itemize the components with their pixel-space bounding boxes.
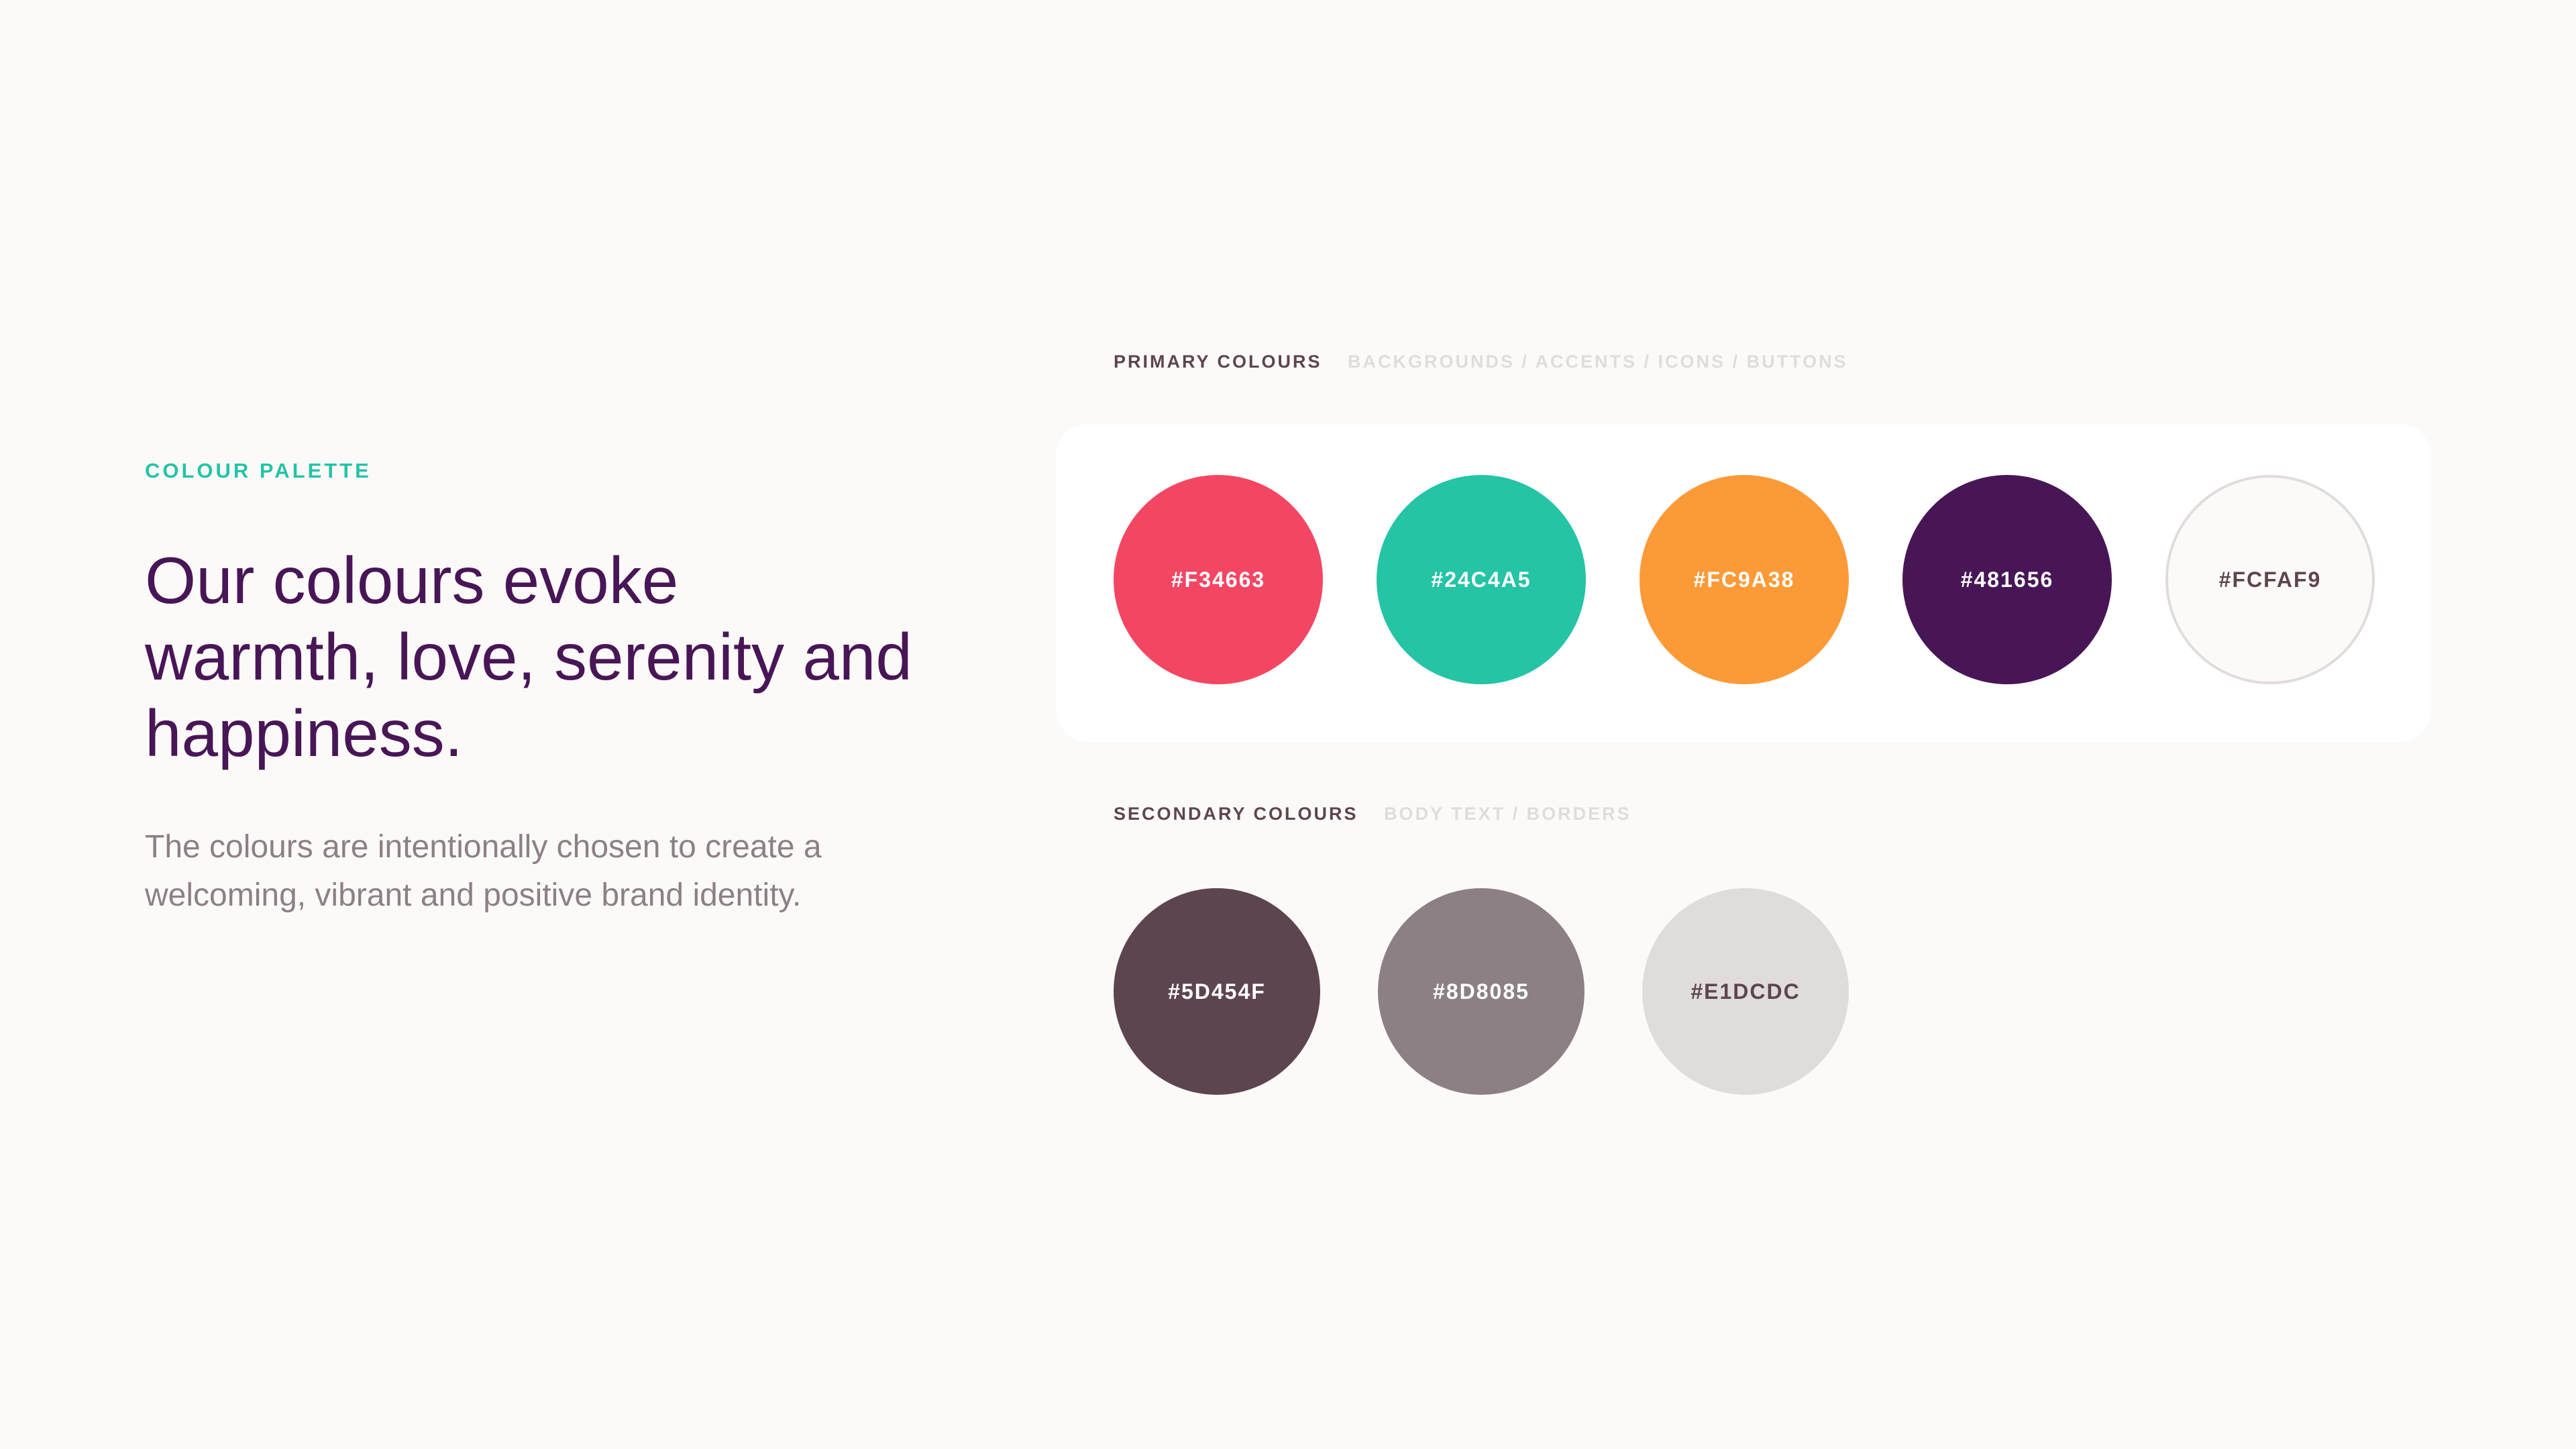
primary-swatch-row: #F34663 #24C4A5 #FC9A38 #481656 #FCFAF9 <box>1114 475 2375 684</box>
primary-colours-label: PRIMARY COLOURS BACKGROUNDS / ACCENTS / … <box>1114 352 1848 372</box>
swatch-5d454f: #5D454F <box>1114 888 1320 1095</box>
secondary-colours-usage: BODY TEXT / BORDERS <box>1384 804 1631 824</box>
secondary-colours-label: SECONDARY COLOURS BODY TEXT / BORDERS <box>1114 804 1631 824</box>
swatch-fc9a38: #FC9A38 <box>1640 475 1849 684</box>
swatch-e1dcdc: #E1DCDC <box>1642 888 1849 1095</box>
swatch-24c4a5: #24C4A5 <box>1377 475 1586 684</box>
headline: Our colours evoke warmth, love, serenity… <box>145 543 912 770</box>
intro-text: The colours are intentionally chosen to … <box>145 829 822 913</box>
primary-colours-title: PRIMARY COLOURS <box>1114 352 1322 372</box>
swatch-fcfaf9: #FCFAF9 <box>2165 475 2375 684</box>
swatch-8d8085: #8D8085 <box>1378 888 1585 1095</box>
swatch-f34663: #F34663 <box>1114 475 1323 684</box>
secondary-swatch-row: #5D454F #8D8085 #E1DCDC <box>1114 888 1849 1095</box>
secondary-colours-title: SECONDARY COLOURS <box>1114 804 1358 824</box>
eyebrow-label: COLOUR PALETTE <box>145 459 372 482</box>
primary-colours-usage: BACKGROUNDS / ACCENTS / ICONS / BUTTONS <box>1348 352 1848 372</box>
swatch-481656: #481656 <box>1902 475 2112 684</box>
